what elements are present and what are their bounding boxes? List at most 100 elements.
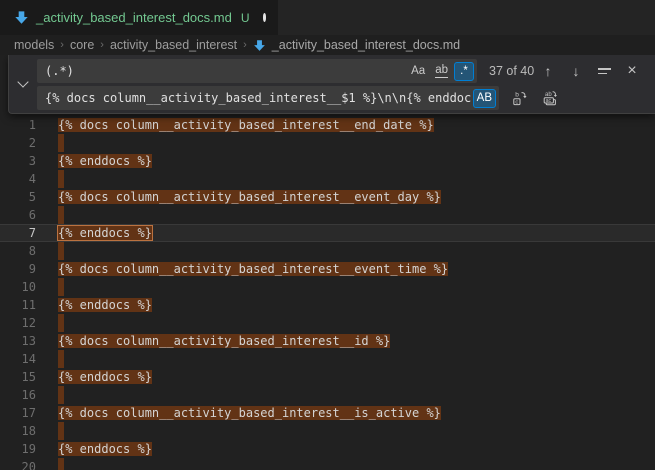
editor-line[interactable]: 15 {% enddocs %} xyxy=(0,368,655,386)
breadcrumb-separator: › xyxy=(243,39,247,51)
regex-toggle[interactable]: .* xyxy=(454,62,474,81)
line-number: 2 xyxy=(0,134,46,152)
line-number: 15 xyxy=(0,368,46,386)
breadcrumb-models[interactable]: models xyxy=(14,38,54,52)
replace-icon: b c xyxy=(512,90,528,106)
arrow-down-icon: ↓ xyxy=(573,63,580,79)
editor-line[interactable]: 16 xyxy=(0,386,655,404)
editor-pane: 1 {% docs column__activity_based_interes… xyxy=(0,55,655,470)
tab-activity-docs[interactable]: _activity_based_interest_docs.md U xyxy=(0,0,278,35)
editor-line[interactable]: 6 xyxy=(0,206,655,224)
line-number: 4 xyxy=(0,170,46,188)
line-content[interactable]: {% docs column__activity_based_interest_… xyxy=(46,188,655,206)
editor-line[interactable]: 13 {% docs column__activity_based_intere… xyxy=(0,332,655,350)
find-input-value: (.*) xyxy=(45,64,405,78)
svg-text:b: b xyxy=(515,91,519,98)
replace-all-icon: ab ac xyxy=(542,90,558,106)
line-content[interactable] xyxy=(46,278,655,296)
preserve-case-toggle[interactable]: AB xyxy=(473,89,496,108)
editor-lines[interactable]: 1 {% docs column__activity_based_interes… xyxy=(0,55,655,470)
line-number: 12 xyxy=(0,314,46,332)
line-content[interactable]: {% enddocs %} xyxy=(46,368,655,386)
toggle-replace-button[interactable] xyxy=(9,55,37,113)
git-status-badge: U xyxy=(241,11,250,25)
editor-line[interactable]: 11 {% enddocs %} xyxy=(0,296,655,314)
line-content[interactable]: {% enddocs %} xyxy=(46,296,655,314)
editor-line[interactable]: 12 xyxy=(0,314,655,332)
arrow-up-icon: ↑ xyxy=(545,63,552,79)
find-input[interactable]: (.*) Aa ab .* xyxy=(37,59,477,83)
editor-line[interactable]: 9 {% docs column__activity_based_interes… xyxy=(0,260,655,278)
line-number: 8 xyxy=(0,242,46,260)
editor-line[interactable]: 8 xyxy=(0,242,655,260)
selection-lines-icon xyxy=(598,68,611,74)
replace-all-button[interactable]: ab ac xyxy=(539,87,561,109)
replace-input-value: {% docs column__activity_based_interest_… xyxy=(45,91,471,105)
editor-line[interactable]: 1 {% docs column__activity_based_interes… xyxy=(0,116,655,134)
line-number: 13 xyxy=(0,332,46,350)
editor-line[interactable]: 4 xyxy=(0,170,655,188)
line-number: 9 xyxy=(0,260,46,278)
line-number: 18 xyxy=(0,422,46,440)
svg-text:c: c xyxy=(515,99,518,105)
line-content[interactable] xyxy=(46,422,655,440)
line-number: 20 xyxy=(0,458,46,470)
editor-line[interactable]: 20 xyxy=(0,458,655,470)
editor-line[interactable]: 2 xyxy=(0,134,655,152)
breadcrumb-activity-based-interest[interactable]: activity_based_interest xyxy=(110,38,237,52)
tab-bar: _activity_based_interest_docs.md U xyxy=(0,0,655,35)
editor-line[interactable]: 19 {% enddocs %} xyxy=(0,440,655,458)
breadcrumb-separator: › xyxy=(100,39,104,51)
line-content[interactable] xyxy=(46,242,655,260)
markdown-file-icon xyxy=(14,10,29,25)
line-content[interactable]: {% enddocs %} xyxy=(46,152,655,170)
line-content[interactable]: {% docs column__activity_based_interest_… xyxy=(46,116,655,134)
line-number: 16 xyxy=(0,386,46,404)
line-content[interactable]: {% docs column__activity_based_interest_… xyxy=(46,332,655,350)
markdown-file-icon xyxy=(253,39,266,52)
line-number: 11 xyxy=(0,296,46,314)
line-content[interactable]: {% enddocs %} xyxy=(46,224,655,242)
close-find-widget-button[interactable]: × xyxy=(621,60,643,82)
breadcrumb-file[interactable]: _activity_based_interest_docs.md xyxy=(272,38,460,52)
line-content[interactable] xyxy=(46,134,655,152)
line-number: 10 xyxy=(0,278,46,296)
line-number: 14 xyxy=(0,350,46,368)
line-number: 17 xyxy=(0,404,46,422)
replace-row: {% docs column__activity_based_interest_… xyxy=(37,86,647,110)
line-number: 7 xyxy=(0,224,46,242)
line-number: 19 xyxy=(0,440,46,458)
editor-line[interactable]: 18 xyxy=(0,422,655,440)
breadcrumb: models › core › activity_based_interest … xyxy=(0,35,655,55)
next-match-button[interactable]: ↓ xyxy=(565,60,587,82)
close-icon: × xyxy=(627,62,636,80)
line-content[interactable] xyxy=(46,206,655,224)
modified-indicator[interactable] xyxy=(263,13,266,22)
line-content[interactable] xyxy=(46,386,655,404)
line-content[interactable]: {% docs column__activity_based_interest_… xyxy=(46,260,655,278)
previous-match-button[interactable]: ↑ xyxy=(537,60,559,82)
editor-line[interactable]: 17 {% docs column__activity_based_intere… xyxy=(0,404,655,422)
find-replace-widget: (.*) Aa ab .* 37 of 40 ↑ ↓ × xyxy=(8,55,655,114)
line-content[interactable]: {% enddocs %} xyxy=(46,440,655,458)
editor-line[interactable]: 3 {% enddocs %} xyxy=(0,152,655,170)
find-in-selection-button[interactable] xyxy=(593,60,615,82)
line-content[interactable] xyxy=(46,314,655,332)
find-row: (.*) Aa ab .* 37 of 40 ↑ ↓ × xyxy=(37,59,647,83)
replace-button[interactable]: b c xyxy=(509,87,531,109)
line-number: 6 xyxy=(0,206,46,224)
editor-line[interactable]: 5 {% docs column__activity_based_interes… xyxy=(0,188,655,206)
breadcrumb-separator: › xyxy=(60,39,64,51)
replace-input[interactable]: {% docs column__activity_based_interest_… xyxy=(37,86,499,110)
breadcrumb-core[interactable]: core xyxy=(70,38,94,52)
line-content[interactable]: {% docs column__activity_based_interest_… xyxy=(46,404,655,422)
editor-line[interactable]: 7 {% enddocs %} xyxy=(0,224,655,242)
line-content[interactable] xyxy=(46,170,655,188)
editor-line[interactable]: 14 xyxy=(0,350,655,368)
line-content[interactable] xyxy=(46,350,655,368)
whole-word-toggle[interactable]: ab xyxy=(431,62,452,81)
editor-line[interactable]: 10 xyxy=(0,278,655,296)
svg-text:ab: ab xyxy=(545,92,552,98)
line-content[interactable] xyxy=(46,458,655,470)
match-case-toggle[interactable]: Aa xyxy=(407,62,429,81)
